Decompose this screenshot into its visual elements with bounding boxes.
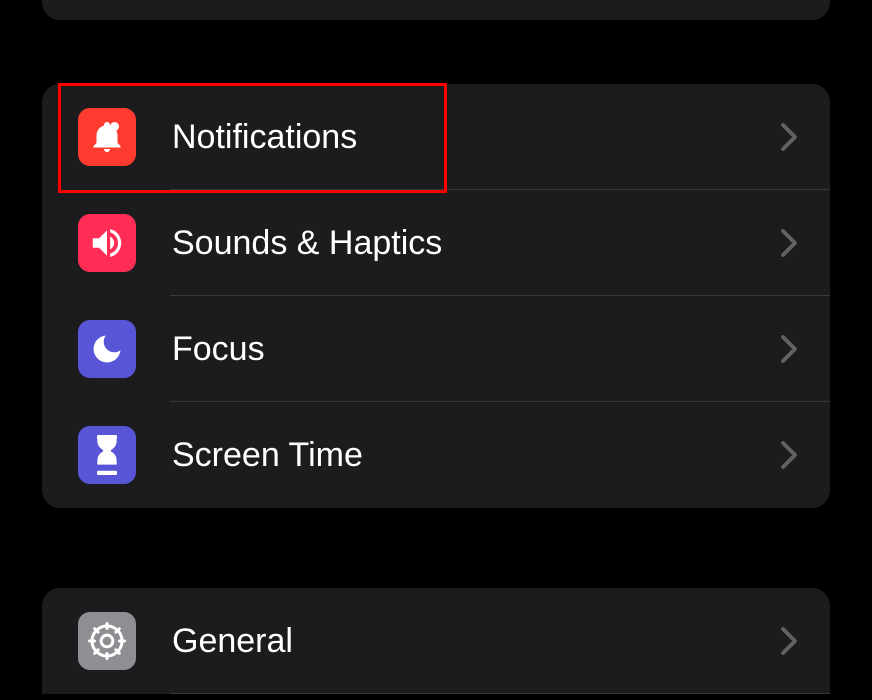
chevron-right-icon [780,334,798,364]
sounds-icon [78,214,136,272]
chevron-right-icon [780,440,798,470]
row-label: Screen Time [172,436,780,475]
chevron-right-icon [780,626,798,656]
notifications-icon [78,108,136,166]
row-general[interactable]: General [42,588,830,694]
row-label: Sounds & Haptics [172,224,780,263]
row-focus[interactable]: Focus [42,296,830,402]
chevron-right-icon [780,228,798,258]
row-label: Focus [172,330,780,369]
screen-time-icon [78,426,136,484]
chevron-right-icon [780,122,798,152]
row-screen-time[interactable]: Screen Time [42,402,830,508]
focus-icon [78,320,136,378]
row-label: General [172,622,780,661]
row-notifications[interactable]: Notifications [42,84,830,190]
divider [170,693,830,694]
settings-section-middle: Notifications Sounds & Haptics [42,84,830,508]
row-sounds-haptics[interactable]: Sounds & Haptics [42,190,830,296]
row-label: Notifications [172,118,780,157]
settings-section-bottom: General [42,588,830,694]
settings-section-top [42,0,830,20]
general-icon [78,612,136,670]
